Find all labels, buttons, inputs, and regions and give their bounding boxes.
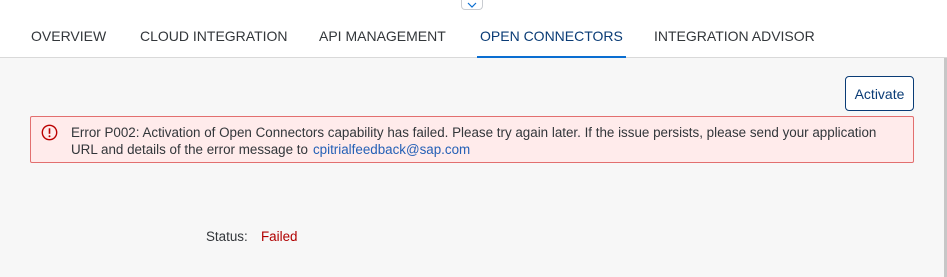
tab-cloud-integration[interactable]: CLOUD INTEGRATION bbox=[140, 28, 288, 58]
error-text: Error P002: Activation of Open Connector… bbox=[71, 124, 901, 158]
status-value: Failed bbox=[261, 229, 298, 244]
error-circle-icon bbox=[41, 124, 58, 141]
main-content bbox=[0, 58, 944, 277]
error-message: Error P002: Activation of Open Connector… bbox=[71, 125, 877, 157]
tab-overview[interactable]: OVERVIEW bbox=[31, 28, 106, 58]
feedback-email-link[interactable]: cpitrialfeedback@sap.com bbox=[313, 142, 470, 157]
tab-open-connectors[interactable]: OPEN CONNECTORS bbox=[477, 28, 626, 59]
tab-integration-advisor[interactable]: INTEGRATION ADVISOR bbox=[654, 28, 815, 58]
activate-button[interactable]: Activate bbox=[845, 76, 914, 111]
status-label: Status: bbox=[206, 229, 248, 244]
tab-api-management[interactable]: API MANAGEMENT bbox=[319, 28, 446, 58]
chevron-down-icon bbox=[467, 2, 477, 8]
header-collapse-button[interactable] bbox=[461, 0, 483, 10]
error-message-strip: Error P002: Activation of Open Connector… bbox=[30, 116, 914, 163]
